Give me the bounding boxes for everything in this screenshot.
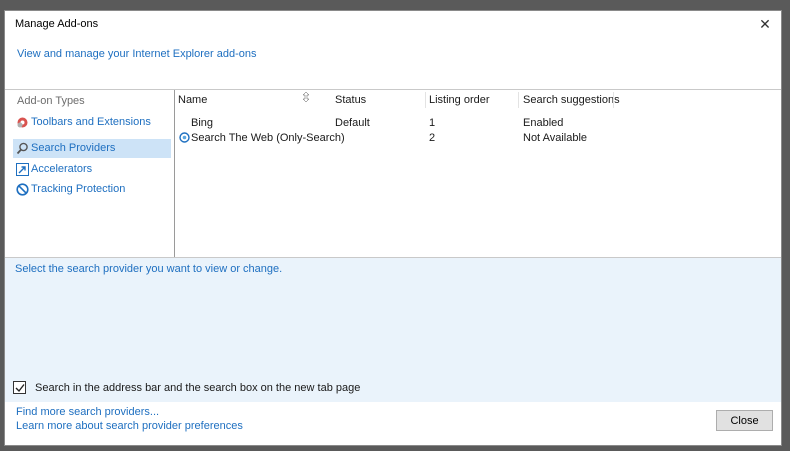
row-name: Bing — [191, 117, 214, 129]
block-icon — [16, 183, 29, 196]
address-bar-search-checkbox[interactable] — [13, 381, 26, 394]
checkmark-icon — [15, 384, 25, 393]
row-suggestions: Not Available — [523, 132, 588, 144]
subtitle-text: View and manage your Internet Explorer a… — [17, 48, 257, 60]
sidebar-item-label: Tracking Protection — [31, 183, 126, 195]
sidebar-item-accelerators[interactable]: Accelerators — [13, 160, 171, 179]
provider-icon — [179, 132, 190, 143]
checkbox-label[interactable]: Search in the address bar and the search… — [35, 382, 360, 394]
close-button[interactable]: Close — [716, 410, 773, 431]
page-subtitle: View and manage your Internet Explorer a… — [17, 48, 257, 60]
column-separator[interactable] — [613, 92, 614, 108]
title-bar: Manage Add-ons ✕ — [5, 11, 781, 37]
column-separator[interactable] — [518, 92, 519, 108]
sidebar-item-tracking-protection[interactable]: Tracking Protection — [13, 180, 171, 199]
learn-more-preferences-link[interactable]: Learn more about search provider prefere… — [16, 420, 243, 432]
gear-icon — [17, 117, 28, 128]
details-hint: Select the search provider you want to v… — [15, 263, 283, 275]
search-icon — [16, 142, 28, 155]
row-order: 1 — [429, 117, 436, 129]
find-more-providers-link[interactable]: Find more search providers... — [16, 406, 159, 418]
mouse-cursor-icon — [303, 92, 309, 102]
sidebar-item-label: Search Providers — [31, 142, 116, 154]
column-header-search-suggestions[interactable]: Search suggestions — [523, 92, 620, 108]
search-providers-list: Name Status Listing order Search suggest… — [175, 90, 781, 257]
column-header-name[interactable]: Name — [178, 92, 207, 108]
sidebar-item-search-providers[interactable]: Search Providers — [13, 139, 171, 158]
accelerator-icon — [16, 163, 29, 176]
sidebar-item-toolbars-and-extensions[interactable]: Toolbars and Extensions — [13, 113, 171, 132]
details-pane: Select the search provider you want to v… — [5, 258, 781, 402]
sidebar-item-label: Toolbars and Extensions — [31, 116, 151, 128]
row-status: Default — [335, 117, 370, 129]
column-header-listing-order[interactable]: Listing order — [429, 92, 490, 108]
sidebar-heading: Add-on Types — [17, 95, 85, 107]
window-title: Manage Add-ons — [15, 18, 99, 30]
sidebar-item-label: Accelerators — [31, 163, 93, 175]
row-order: 2 — [429, 132, 436, 144]
row-suggestions: Enabled — [523, 117, 564, 129]
column-header-status[interactable]: Status — [335, 92, 366, 108]
manage-addons-window: Manage Add-ons ✕ View and manage your In… — [4, 10, 782, 446]
addon-types-sidebar: Add-on Types Toolbars and Extensions Sea… — [5, 90, 173, 257]
column-separator[interactable] — [425, 92, 426, 108]
close-icon[interactable]: ✕ — [755, 14, 775, 34]
footer: Find more search providers... Learn more… — [5, 402, 781, 445]
row-name: Search The Web (Only-Search) — [191, 132, 345, 144]
